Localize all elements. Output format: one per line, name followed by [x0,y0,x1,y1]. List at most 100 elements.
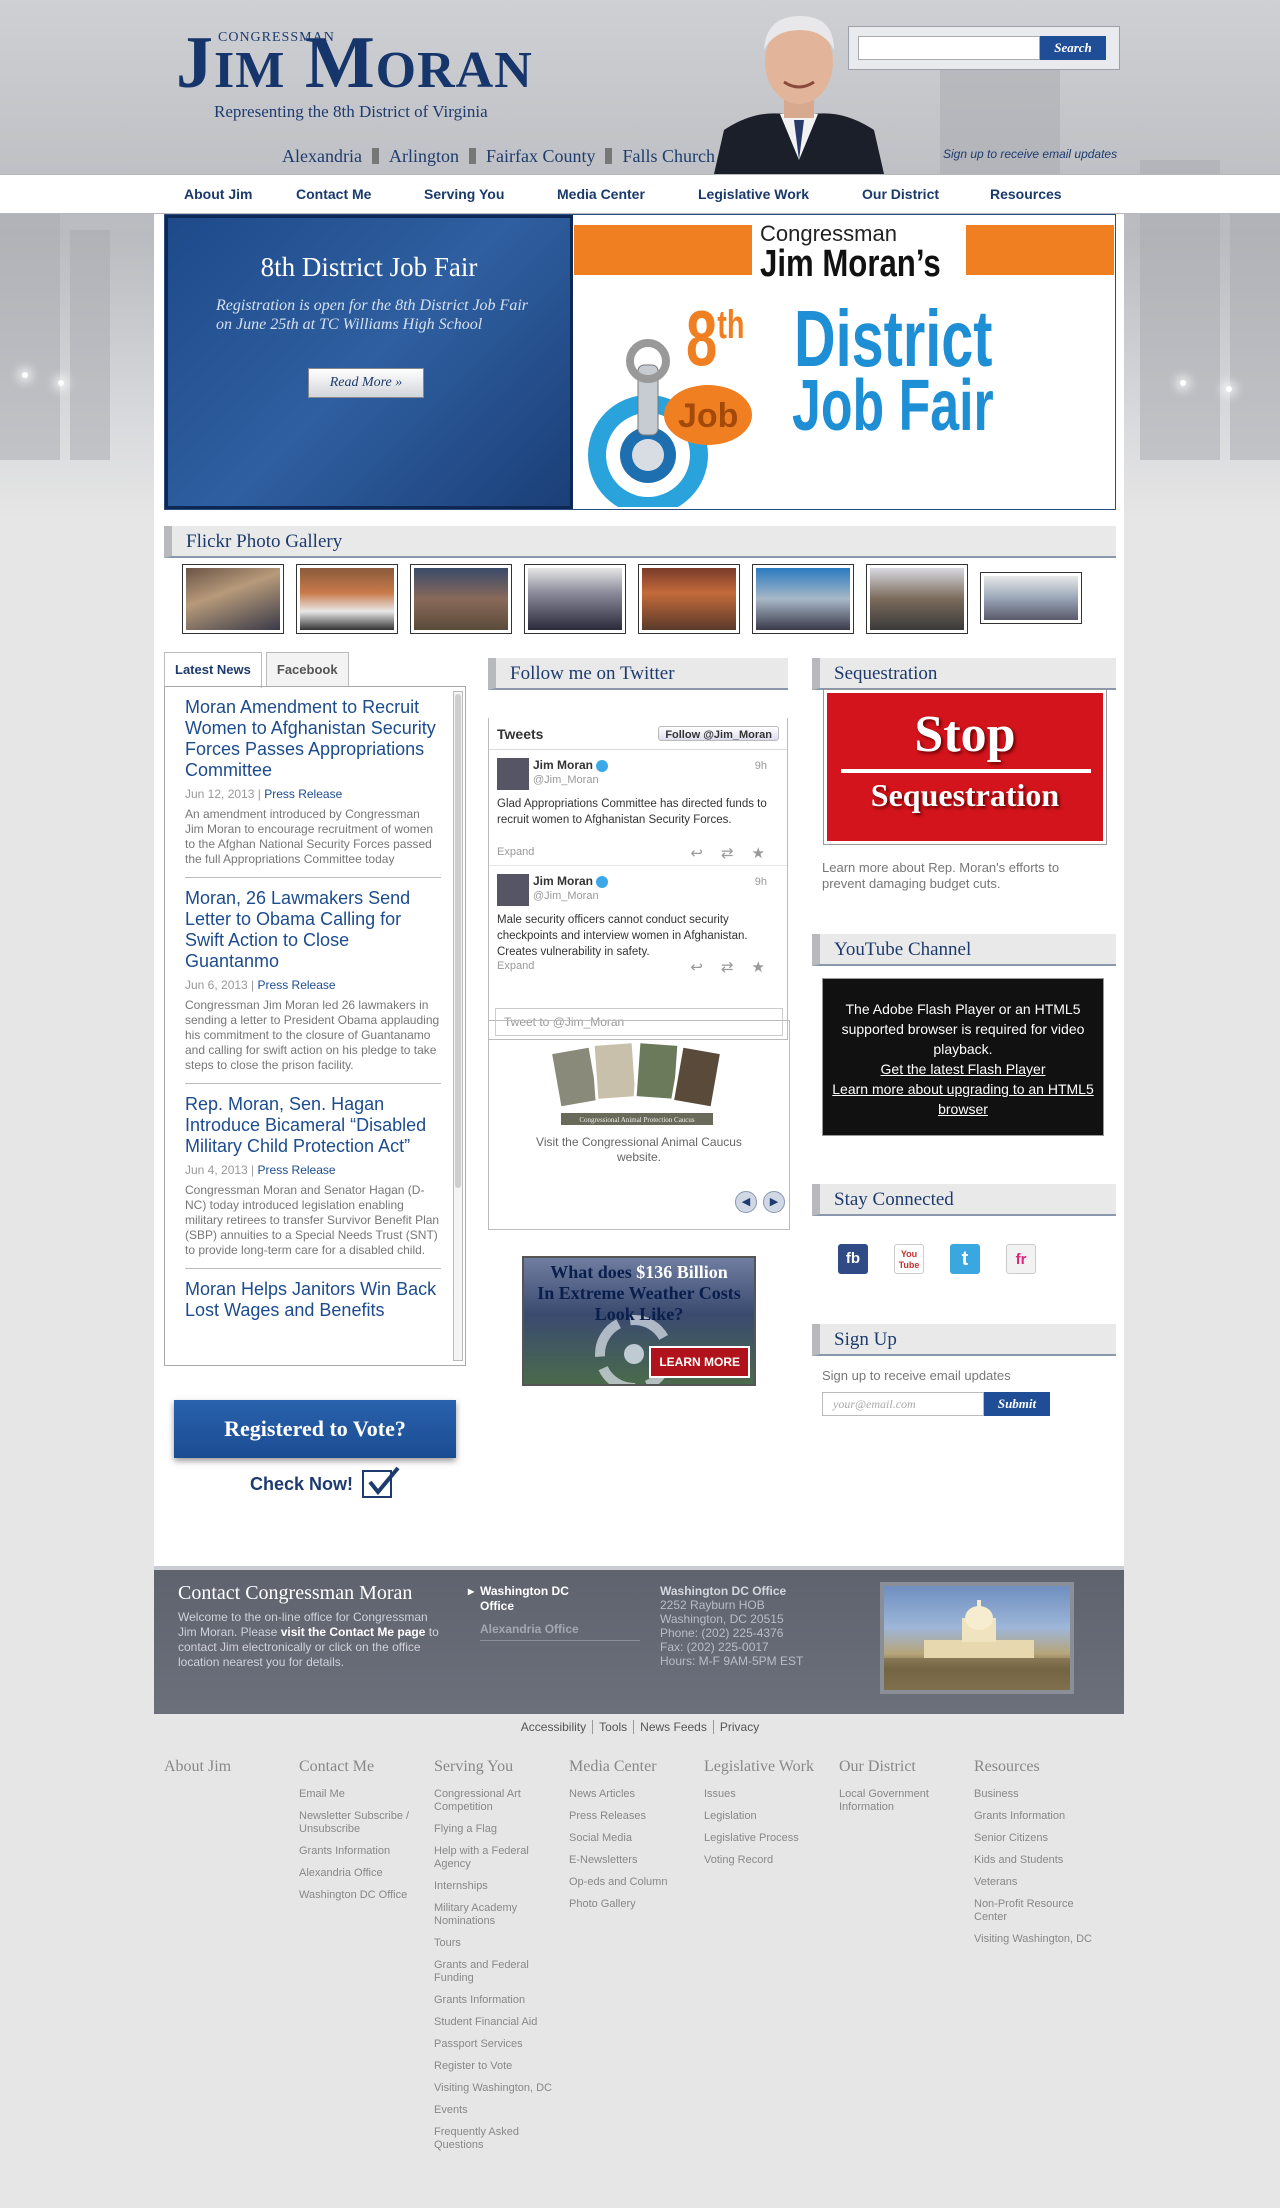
retweet-icon[interactable]: ⇄ [721,844,734,862]
avatar[interactable] [497,758,529,790]
sitemap-link[interactable]: Help with a Federal Agency [434,1845,554,1871]
tweet-time[interactable]: 9h [755,760,767,772]
sitemap-link[interactable]: Grants and Federal Funding [434,1959,554,1985]
tab-latest-news[interactable]: Latest News [164,652,262,688]
news-category[interactable]: Press Release [264,787,342,801]
news-title[interactable]: Moran, 26 Lawmakers Send Letter to Obama… [185,888,441,972]
learn-more-button[interactable]: LEARN MORE [649,1346,750,1378]
sitemap-link[interactable]: Senior Citizens [974,1832,1094,1845]
reply-icon[interactable]: ↩ [690,844,703,862]
favorite-star-icon[interactable]: ★ [752,844,765,862]
sitemap-link[interactable]: Email Me [299,1788,419,1801]
stop-sequestration-banner[interactable]: Stop Sequestration [823,689,1107,845]
get-flash-link[interactable]: Get the latest Flash Player [829,1059,1097,1079]
sitemap-link[interactable]: Op-eds and Column [569,1876,689,1889]
flickr-thumb[interactable] [866,564,968,634]
nav-our-district[interactable]: Our District [862,186,990,202]
email-submit-button[interactable]: Submit [984,1392,1050,1416]
caucus-text[interactable]: Visit the Congressional Animal Caucus we… [529,1135,749,1165]
sitemap-link[interactable]: Flying a Flag [434,1823,554,1836]
privacy-link[interactable]: Privacy [714,1720,765,1734]
email-signup-link[interactable]: Sign up to receive email updates [943,147,1117,161]
sitemap-link[interactable]: Press Releases [569,1810,689,1823]
sitemap-link[interactable]: Events [434,2104,554,2117]
sitemap-link[interactable]: Washington DC Office [299,1889,419,1902]
youtube-icon[interactable]: You Tube [894,1244,924,1274]
sitemap-heading[interactable]: Our District [839,1758,974,1776]
sitemap-heading[interactable]: Media Center [569,1758,704,1776]
flickr-thumb[interactable] [410,564,512,634]
tweet-expand[interactable]: Expand [497,846,534,858]
sitemap-link[interactable]: Social Media [569,1832,689,1845]
sitemap-link[interactable]: Newsletter Subscribe / Unsubscribe [299,1810,419,1836]
site-logo[interactable]: Jim Moran [176,26,533,100]
sitemap-link[interactable]: Visiting Washington, DC [434,2082,554,2095]
sitemap-heading[interactable]: Resources [974,1758,1109,1776]
flickr-thumb[interactable] [296,564,398,634]
nav-serving-you[interactable]: Serving You [424,186,557,202]
search-input[interactable] [858,36,1040,60]
favorite-star-icon[interactable]: ★ [752,958,765,976]
read-more-button[interactable]: Read More » [308,368,424,398]
sitemap-link[interactable]: Alexandria Office [299,1867,419,1880]
reply-icon[interactable]: ↩ [690,958,703,976]
sitemap-link[interactable]: Grants Information [434,1994,554,2007]
sitemap-link[interactable]: Issues [704,1788,824,1801]
animal-caucus-image[interactable]: Congressional Animal Protection Caucus [548,1039,724,1129]
sitemap-link[interactable]: Non-Profit Resource Center [974,1898,1094,1924]
twitter-icon[interactable]: t [950,1244,980,1274]
tweet-time[interactable]: 9h [755,876,767,888]
sitemap-link[interactable]: E-Newsletters [569,1854,689,1867]
sitemap-link[interactable]: Veterans [974,1876,1094,1889]
flickr-thumb[interactable] [638,564,740,634]
tweet-handle[interactable]: @Jim_Moran [533,890,599,902]
sitemap-link[interactable]: Frequently Asked Questions [434,2126,554,2152]
sitemap-link[interactable]: News Articles [569,1788,689,1801]
sitemap-link[interactable]: Business [974,1788,1094,1801]
news-title[interactable]: Moran Amendment to Recruit Women to Afgh… [185,697,441,781]
sitemap-link[interactable]: Photo Gallery [569,1898,689,1911]
sitemap-heading[interactable]: Legislative Work [704,1758,839,1776]
email-field[interactable]: your@email.com [822,1392,984,1416]
sitemap-link[interactable]: Grants Information [974,1810,1094,1823]
twitter-follow-button[interactable]: Follow @Jim_Moran [658,726,779,741]
flickr-thumb[interactable] [752,564,854,634]
sitemap-heading[interactable]: About Jim [164,1758,299,1776]
previous-arrow-icon[interactable]: ◀ [735,1191,757,1213]
flickr-thumb[interactable] [980,572,1082,624]
sitemap-link[interactable]: Visiting Washington, DC [974,1933,1094,1946]
nav-about-jim[interactable]: About Jim [154,186,296,202]
sitemap-heading[interactable]: Contact Me [299,1758,434,1776]
facebook-icon[interactable]: fb [838,1244,868,1274]
flickr-thumb[interactable] [182,564,284,634]
accessibility-link[interactable]: Accessibility [515,1720,594,1734]
sitemap-link[interactable]: Legislative Process [704,1832,824,1845]
flickr-thumb[interactable] [524,564,626,634]
sitemap-heading[interactable]: Serving You [434,1758,569,1776]
tweet-expand[interactable]: Expand [497,960,534,972]
check-now-link[interactable]: Check Now! [250,1474,353,1495]
tab-facebook[interactable]: Facebook [265,652,349,686]
sitemap-link[interactable]: Local Government Information [839,1788,959,1814]
contact-me-link[interactable]: visit the Contact Me page [281,1625,426,1639]
nav-resources[interactable]: Resources [990,186,1090,202]
sitemap-link[interactable]: Register to Vote [434,2060,554,2073]
sitemap-link[interactable]: Tours [434,1937,554,1950]
news-scrollbar[interactable] [453,691,463,1361]
html5-browser-link[interactable]: Learn more about upgrading to an HTML5 b… [829,1079,1097,1119]
news-title[interactable]: Rep. Moran, Sen. Hagan Introduce Bicamer… [185,1094,441,1157]
news-category[interactable]: Press Release [258,978,336,992]
sitemap-link[interactable]: Passport Services [434,2038,554,2051]
nav-contact-me[interactable]: Contact Me [296,186,424,202]
office-tab-alexandria[interactable]: Alexandria Office [480,1622,640,1641]
tools-link[interactable]: Tools [593,1720,635,1734]
nav-media-center[interactable]: Media Center [557,186,698,202]
office-tab-dc[interactable]: ▶ Washington DC Office [468,1584,580,1614]
news-category[interactable]: Press Release [258,1163,336,1177]
search-button[interactable]: Search [1040,36,1106,60]
news-title[interactable]: Moran Helps Janitors Win Back Lost Wages… [185,1279,441,1321]
nav-legislative-work[interactable]: Legislative Work [698,186,862,202]
sitemap-link[interactable]: Grants Information [299,1845,419,1858]
news-feeds-link[interactable]: News Feeds [634,1720,714,1734]
sitemap-link[interactable]: Voting Record [704,1854,824,1867]
